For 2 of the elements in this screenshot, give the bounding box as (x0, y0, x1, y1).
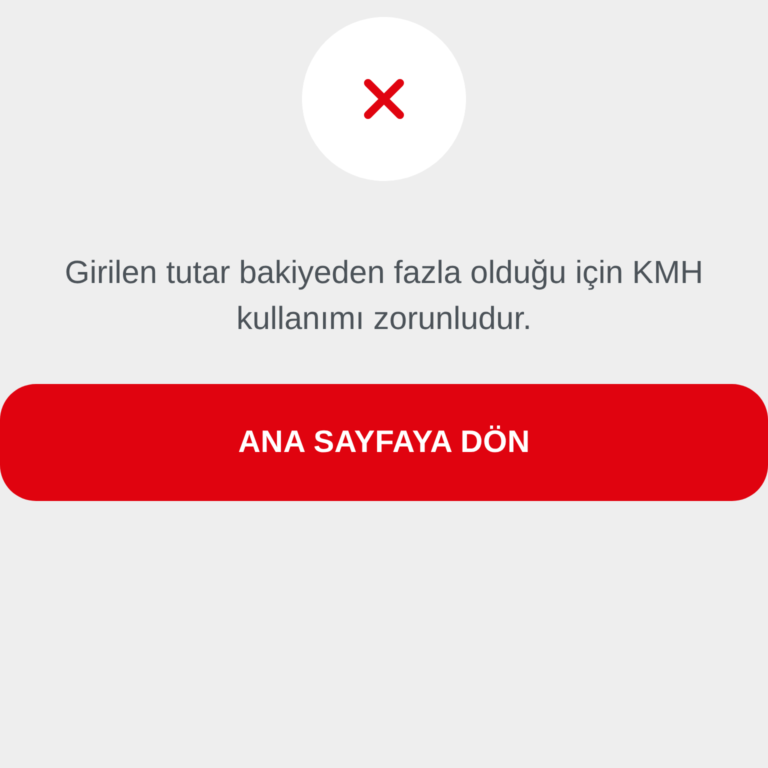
error-message: Girilen tutar bakiyeden fazla olduğu için KMH kullanımı zorunludur. (64, 253, 704, 338)
home-button[interactable]: ANA SAYFAYA DÖN (0, 384, 768, 501)
